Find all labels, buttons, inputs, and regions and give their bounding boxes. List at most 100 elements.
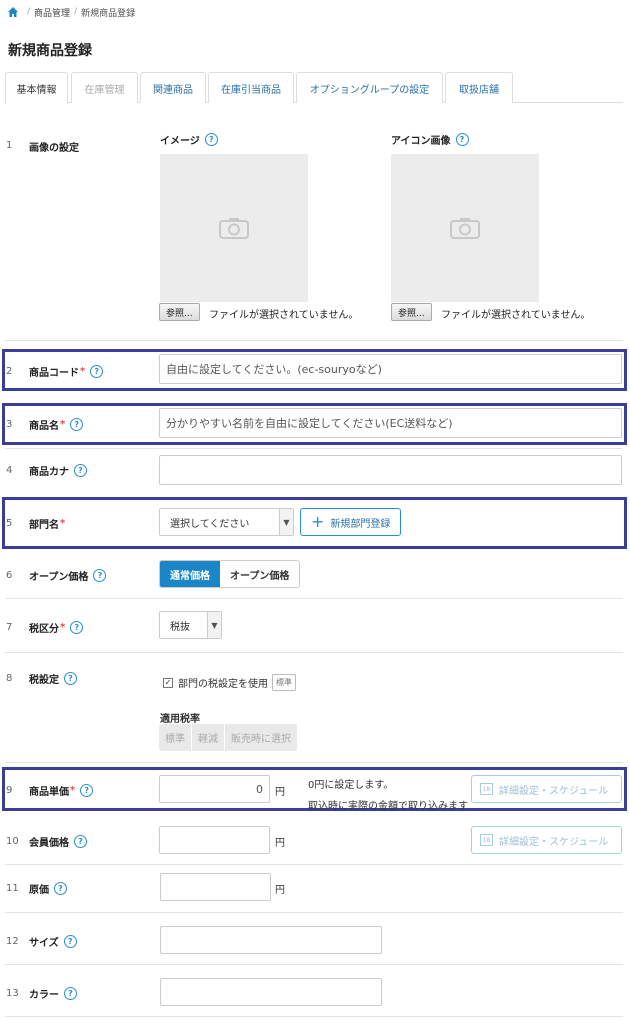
icon-image-heading: アイコン画像 ? [391,132,469,147]
tax-class-select[interactable]: 税抜 ▼ [159,611,222,639]
unit-price-label: 商品単価 * ? [29,783,94,798]
tab-related-products[interactable]: 関連商品 [140,72,206,103]
row-number: 13 [6,988,19,999]
row-divider [5,964,623,965]
image-heading-text: イメージ [160,136,200,147]
product-code-input[interactable]: 自由に設定してください。(ec-souryoなど) [159,354,622,384]
icon-image-preview [391,154,539,302]
product-name-label: 商品名 * ? [29,417,84,432]
member-price-input[interactable] [159,826,270,854]
size-label: サイズ ? [29,934,77,949]
open-price-option[interactable]: オープン価格 [220,561,300,587]
page-title: 新規商品登録 [8,43,92,59]
row-number: 4 [6,465,13,476]
row-divider [5,340,623,341]
help-icon[interactable]: ? [63,935,77,948]
help-icon[interactable]: ? [455,133,469,146]
standard-tag: 標準 [272,674,296,691]
required-mark: * [70,785,76,796]
help-icon[interactable]: ? [70,621,84,634]
row-number: 7 [6,622,13,633]
required-mark: * [60,419,66,430]
tax-setting-label-text: 税設定 [29,675,59,686]
plus-icon: + [311,512,325,531]
help-icon[interactable]: ? [80,784,94,797]
unit-price-unit: 円 [275,787,285,798]
help-icon[interactable]: ? [64,987,77,1000]
breadcrumb-item-current: 新規商品登録 [81,8,136,19]
help-icon[interactable]: ? [74,464,87,477]
new-department-button[interactable]: + 新規部門登録 [300,508,402,536]
row-divider [5,652,623,653]
row-divider [5,912,623,913]
tax-rate-standard-option: 標準 [159,724,192,751]
home-icon[interactable] [7,6,19,18]
color-input[interactable] [160,978,382,1006]
row-number: 1 [6,140,13,151]
required-mark: * [60,622,66,633]
tax-rate-reduced-option: 軽減 [192,724,225,751]
row-divider [5,598,623,599]
color-label-text: カラー [29,990,59,1001]
image-preview [160,154,308,302]
member-price-label: 会員価格 ? [29,834,87,849]
calendar-icon: 18 [480,834,493,846]
row-divider [5,864,623,865]
product-code-label-text: 商品コード [29,368,79,379]
tab-option-groups[interactable]: オプショングループの設定 [296,72,443,103]
tab-allocation-products[interactable]: 在庫引当商品 [208,72,294,103]
calendar-icon: 18 [480,783,493,795]
product-kana-input[interactable] [159,455,622,485]
icon-image-browse-button[interactable]: 参照... [391,303,432,321]
image-browse-button[interactable]: 参照... [159,303,200,321]
size-label-text: サイズ [29,938,59,949]
help-icon[interactable]: ? [74,835,87,848]
help-icon[interactable]: ? [90,365,104,378]
help-icon[interactable]: ? [204,133,218,146]
image-heading: イメージ ? [160,132,218,147]
member-price-schedule-button[interactable]: 18 詳細設定・スケジュール [471,826,622,854]
department-tax-checkbox[interactable]: ✓ [163,677,173,688]
camera-icon [219,218,249,239]
unit-price-schedule-button-label: 詳細設定・スケジュール [499,785,609,797]
department-label: 部門名 * [29,516,65,531]
help-icon[interactable]: ? [54,882,67,895]
cost-unit: 円 [275,885,285,896]
row-number: 10 [6,836,19,847]
open-price-toggle: 通常価格 オープン価格 [159,560,301,588]
icon-image-file-status: ファイルが選択されていません。 [441,310,591,321]
product-name-input[interactable]: 分かりやすい名前を自由に設定してください(EC送料など) [159,408,622,438]
image-file-status: ファイルが選択されていません。 [209,310,359,321]
breadcrumb-separator: / [74,7,78,17]
required-mark: * [80,366,86,377]
new-department-button-label: 新規部門登録 [330,518,391,530]
department-select[interactable]: 選択してください ▼ [159,508,294,536]
chevron-down-icon: ▼ [207,612,221,638]
breadcrumb-item-products[interactable]: 商品管理 [34,6,70,19]
cost-input[interactable] [160,873,271,901]
tab-inventory: 在庫管理 [71,72,138,103]
row-number: 8 [6,673,13,684]
help-icon[interactable]: ? [70,418,84,431]
unit-price-input[interactable]: 0 [159,775,270,803]
tab-stores[interactable]: 取扱店舗 [445,72,513,103]
open-price-label: オープン価格 ? [29,568,107,583]
row-number: 6 [6,570,13,581]
color-label: カラー ? [29,986,77,1001]
normal-price-option[interactable]: 通常価格 [160,561,220,587]
help-icon[interactable]: ? [93,569,107,582]
row-number: 2 [6,366,13,377]
size-input[interactable] [160,926,382,954]
product-code-label: 商品コード * ? [29,364,104,379]
tab-basic-info[interactable]: 基本情報 [5,72,68,104]
help-icon[interactable]: ? [64,672,77,685]
tax-rate-toggle: 標準 軽減 販売時に選択 [159,724,298,751]
product-kana-label-text: 商品カナ [29,467,69,478]
unit-price-schedule-button[interactable]: 18 詳細設定・スケジュール [471,775,622,803]
unit-price-note-1: 0円に設定します。 [308,780,394,791]
row-number: 11 [6,883,19,894]
breadcrumb: / 商品管理 / 新規商品登録 [7,5,135,19]
tax-class-select-value: 税抜 [170,621,190,633]
tax-setting-label: 税設定 ? [29,671,77,686]
open-price-label-text: オープン価格 [29,572,89,583]
